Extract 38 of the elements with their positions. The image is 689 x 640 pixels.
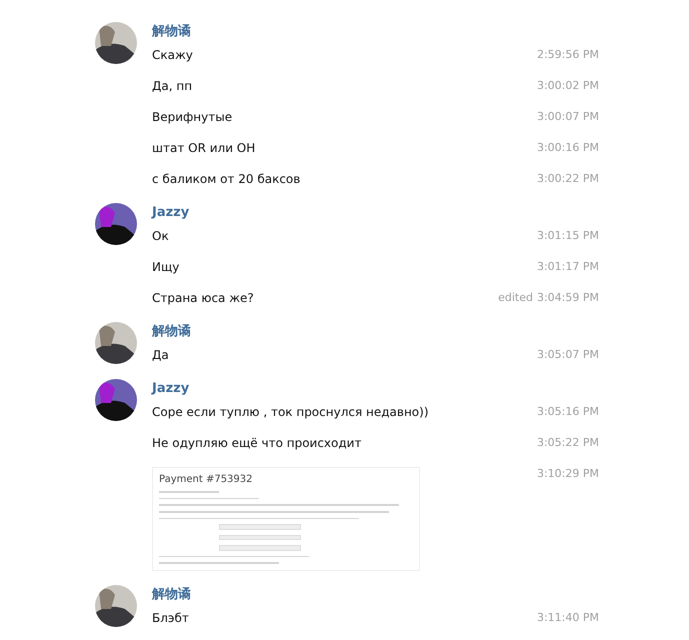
message-text: Ок xyxy=(152,228,169,245)
message-time: 3:01:15 PM xyxy=(536,228,599,244)
message-text: Страна юса же? xyxy=(152,290,254,307)
author-name[interactable]: Jazzy xyxy=(152,379,599,399)
message-text: Блэбт xyxy=(152,610,189,627)
message-time: 3:05:16 PM xyxy=(536,404,599,420)
message-text: Скажу xyxy=(152,47,193,64)
message-text: Да xyxy=(152,347,169,364)
avatar-icon[interactable] xyxy=(95,379,137,421)
payment-screenshot[interactable]: Payment #753932 xyxy=(152,467,420,571)
message-text: Соре если туплю , ток проснулся недавно)) xyxy=(152,404,428,421)
edited-label: edited xyxy=(498,290,533,306)
author-name[interactable]: 解物谲 xyxy=(152,585,599,605)
message-time: 3:05:07 PM xyxy=(536,347,599,363)
author-name[interactable]: Jazzy xyxy=(152,203,599,223)
message-text: с баликом от 20 баксов xyxy=(152,171,300,188)
message-text: Верифнутые xyxy=(152,109,232,126)
message-time: 3:00:02 PM xyxy=(536,78,599,94)
message-text: штат OR или OH xyxy=(152,140,256,157)
avatar-icon[interactable] xyxy=(95,585,137,627)
message-text: Ищу xyxy=(152,259,180,276)
avatar-icon[interactable] xyxy=(95,203,137,245)
avatar-icon[interactable] xyxy=(95,322,137,364)
author-name[interactable]: 解物谲 xyxy=(152,22,599,42)
message-time: 3:04:59 PM xyxy=(536,290,599,306)
message-time: 3:11:40 PM xyxy=(536,610,599,626)
message-time: 3:00:07 PM xyxy=(536,109,599,125)
message-time: 3:01:17 PM xyxy=(536,259,599,275)
message-text: Да, пп xyxy=(152,78,192,95)
payment-title: Payment #753932 xyxy=(159,474,254,486)
avatar-icon[interactable] xyxy=(95,22,137,64)
message-text: Не одупляю ещё что происходит xyxy=(152,435,362,452)
message-time: 2:59:56 PM xyxy=(536,47,599,63)
message-time: 3:05:22 PM xyxy=(536,435,599,451)
message-time: 3:00:22 PM xyxy=(536,171,599,187)
message-time: 3:10:29 PM xyxy=(536,466,599,482)
author-name[interactable]: 解物谲 xyxy=(152,322,599,342)
message-time: 3:00:16 PM xyxy=(536,140,599,156)
